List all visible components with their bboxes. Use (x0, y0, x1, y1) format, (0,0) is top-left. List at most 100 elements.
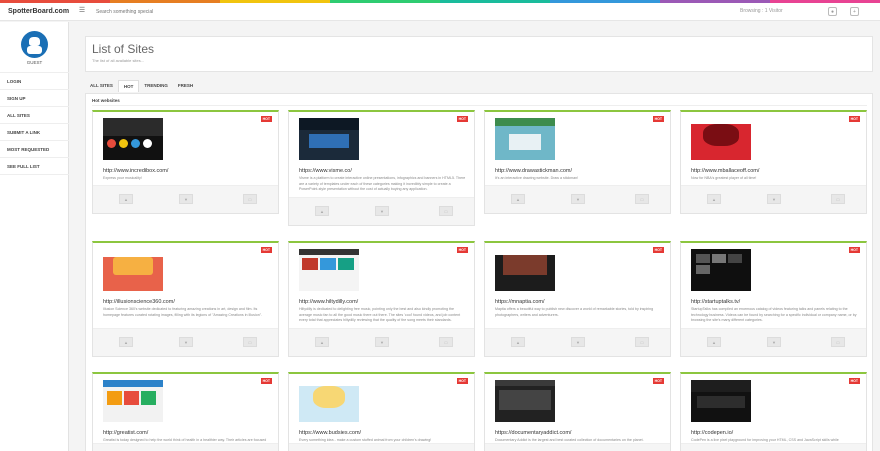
card-actions: ▲ ▼ □ (681, 328, 866, 356)
site-description: Express your musicality! (103, 176, 142, 180)
sidebar-item-sign-up[interactable]: SIGN UP (0, 90, 69, 107)
add-icon[interactable]: + (850, 7, 859, 16)
sidebar-item-login[interactable]: LOGIN (0, 73, 69, 90)
tab-all-sites[interactable]: ALL SITES (85, 80, 118, 92)
site-url-link[interactable]: https://www.visme.co/ (299, 168, 352, 174)
site-thumbnail[interactable] (691, 249, 751, 291)
search-input[interactable] (96, 7, 396, 17)
upvote-button[interactable]: ▲ (315, 206, 329, 216)
downvote-button[interactable]: ▼ (179, 194, 193, 204)
site-description: It's an interactive drawing website. Dra… (495, 176, 579, 180)
hot-badge: HOT (848, 378, 860, 384)
site-url-link[interactable]: http://illusionscience360.com/ (103, 299, 175, 305)
card-actions: ▲ ▼ □ (93, 185, 278, 213)
upvote-button[interactable]: ▲ (511, 337, 525, 347)
site-url-link[interactable]: https://documentaryaddict.com/ (495, 430, 571, 436)
downvote-button[interactable]: ▼ (571, 337, 585, 347)
site-card[interactable]: HOT https://documentaryaddict.com/Documen… (484, 372, 671, 451)
hot-badge: HOT (848, 247, 860, 253)
hot-badge: HOT (652, 378, 664, 384)
downvote-button[interactable]: ▼ (375, 206, 389, 216)
upvote-button[interactable]: ▲ (119, 194, 133, 204)
site-url-link[interactable]: http://www.drawastickman.com/ (495, 168, 572, 174)
site-thumbnail[interactable] (691, 118, 751, 160)
card-actions: ▲ ▼ □ (485, 328, 670, 356)
site-thumbnail[interactable] (299, 249, 359, 291)
sidebar-item-see-full-list[interactable]: SEE FULL LIST (0, 158, 69, 175)
comment-icon[interactable]: □ (439, 206, 453, 216)
comment-icon[interactable]: □ (243, 194, 257, 204)
site-card[interactable]: HOT http://greatist.com/Greatist is today… (92, 372, 279, 451)
site-card[interactable]: HOT http://www.hiltydilly.com/Hiltydilly … (288, 241, 475, 357)
site-card[interactable]: HOT http://codepen.io/CodePen is a live p… (680, 372, 867, 451)
site-card[interactable]: HOT http://www.incredibox.com/Express you… (92, 110, 279, 214)
site-url-link[interactable]: http://www.hiltydilly.com/ (299, 299, 358, 305)
downvote-button[interactable]: ▼ (179, 337, 193, 347)
site-url-link[interactable]: http://www.mballaceoff.com/ (691, 168, 759, 174)
site-card[interactable]: HOT http://startuptalks.tv/StartupTalks h… (680, 241, 867, 357)
site-thumbnail[interactable] (103, 380, 163, 422)
site-card[interactable]: HOT http://www.drawastickman.com/It's an … (484, 110, 671, 214)
upvote-button[interactable]: ▲ (707, 337, 721, 347)
brand-logo[interactable]: SpotterBoard.com (0, 3, 72, 21)
browsing-status: Browsing : 1 Visitor (740, 8, 783, 14)
hot-badge: HOT (652, 116, 664, 122)
site-url-link[interactable]: http://codepen.io/ (691, 430, 733, 436)
downvote-button[interactable]: ▼ (571, 194, 585, 204)
site-url-link[interactable]: http://startuptalks.tv/ (691, 299, 740, 305)
site-url-link[interactable]: https://mnaptia.com/ (495, 299, 545, 305)
comment-icon[interactable]: □ (831, 337, 845, 347)
site-card[interactable]: HOT https://mnaptia.com/Maptia offers a b… (484, 241, 671, 357)
hot-websites-section: Hot websites HOT http://www.incredibox.co… (85, 93, 873, 451)
user-icon[interactable]: ● (828, 7, 837, 16)
site-thumbnail[interactable] (299, 380, 359, 422)
card-actions: ▲ ▼ □ (485, 185, 670, 213)
site-thumbnail[interactable] (103, 118, 163, 160)
upvote-button[interactable]: ▲ (119, 337, 133, 347)
site-url-link[interactable]: http://www.incredibox.com/ (103, 168, 168, 174)
tab-hot[interactable]: HOT (117, 80, 140, 92)
site-description: Maptia offers a beautiful way to publish… (495, 307, 654, 317)
site-card[interactable]: HOT http://illusionscience360.com/Illusio… (92, 241, 279, 357)
tab-bar: ALL SITES HOT TRENDING FRESH (85, 80, 198, 92)
card-actions: ▲ ▼ □ (289, 197, 474, 225)
sidebar-item-submit-link[interactable]: SUBMIT A LINK (0, 124, 69, 141)
downvote-button[interactable]: ▼ (375, 337, 389, 347)
upvote-button[interactable]: ▲ (511, 194, 525, 204)
site-description: StartupTalks has compiled an enormous ca… (691, 307, 857, 322)
site-url-link[interactable]: https://www.budsies.com/ (299, 430, 361, 436)
site-thumbnail[interactable] (103, 249, 163, 291)
upvote-button[interactable]: ▲ (707, 194, 721, 204)
downvote-button[interactable]: ▼ (767, 194, 781, 204)
site-thumbnail[interactable] (495, 118, 555, 160)
upvote-button[interactable]: ▲ (315, 337, 329, 347)
hot-badge: HOT (456, 116, 468, 122)
site-thumbnail[interactable] (299, 118, 359, 160)
comment-icon[interactable]: □ (439, 337, 453, 347)
site-thumbnail[interactable] (495, 249, 555, 291)
page-subtitle: The list of all available sites... (92, 58, 145, 63)
tab-trending[interactable]: TRENDING (139, 80, 173, 92)
site-description: Illusion Science 360's website dedicated… (103, 307, 262, 317)
site-thumbnail[interactable] (691, 380, 751, 422)
site-url-link[interactable]: http://greatist.com/ (103, 430, 148, 436)
hamburger-icon[interactable]: ☰ (78, 7, 86, 15)
comment-icon[interactable]: □ (243, 337, 257, 347)
section-label: Hot websites (92, 98, 120, 103)
sidebar: GUEST LOGIN SIGN UP ALL SITES SUBMIT A L… (0, 22, 69, 451)
main-content: List of Sites The list of all available … (85, 36, 873, 451)
sidebar-item-all-sites[interactable]: ALL SITES (0, 107, 69, 124)
site-thumbnail[interactable] (495, 380, 555, 422)
site-card[interactable]: HOT http://www.mballaceoff.com/Now for NB… (680, 110, 867, 214)
site-card[interactable]: HOT https://www.visme.co/Visme is a platf… (288, 110, 475, 226)
sidebar-item-most-requested[interactable]: MOST REQUESTED (0, 141, 69, 158)
site-card[interactable]: HOT https://www.budsies.com/Every somethi… (288, 372, 475, 451)
hot-badge: HOT (260, 116, 272, 122)
comment-icon[interactable]: □ (635, 337, 649, 347)
comment-icon[interactable]: □ (635, 194, 649, 204)
user-label: GUEST (26, 60, 43, 65)
hot-badge: HOT (456, 378, 468, 384)
comment-icon[interactable]: □ (831, 194, 845, 204)
downvote-button[interactable]: ▼ (767, 337, 781, 347)
tab-fresh[interactable]: FRESH (173, 80, 198, 92)
